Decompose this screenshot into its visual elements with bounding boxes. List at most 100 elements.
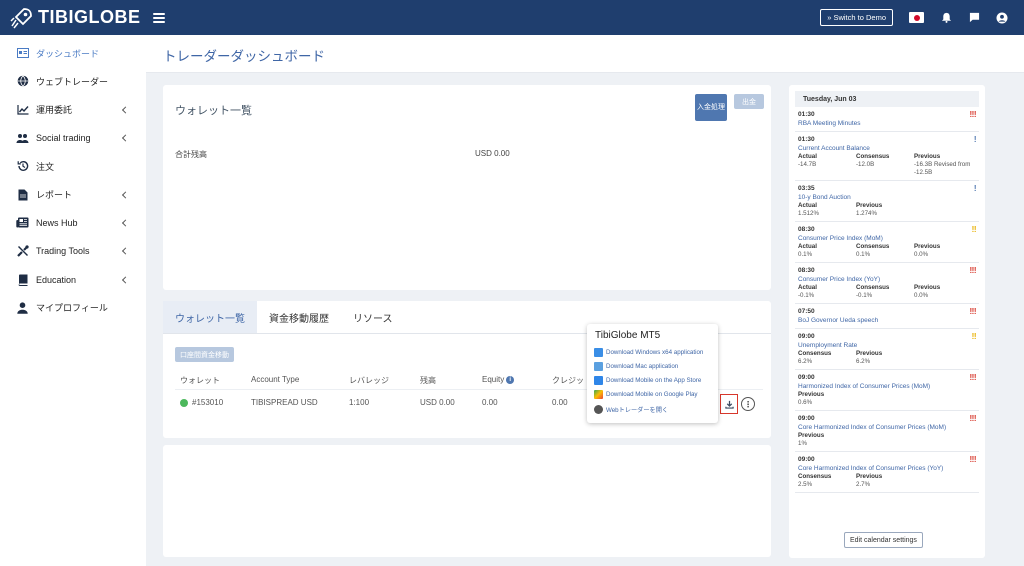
bell-icon[interactable] bbox=[940, 12, 952, 24]
download-mac-link[interactable]: Download Mac application bbox=[594, 361, 678, 371]
event-title-link[interactable]: Consumer Price Index (YoY) bbox=[798, 275, 976, 284]
event-title-link[interactable]: Harmonized Index of Consumer Prices (MoM… bbox=[798, 382, 976, 391]
event-time: 03:35 bbox=[798, 185, 815, 192]
calendar-event[interactable]: !! 08:30 Consumer Price Index (MoM) Actual C… bbox=[795, 222, 979, 263]
balance-cell: USD 0.00 bbox=[420, 398, 455, 407]
event-header-row: Consensus Previous bbox=[798, 350, 976, 358]
edit-calendar-settings-button[interactable]: Edit calendar settings bbox=[844, 532, 923, 548]
chat-icon[interactable] bbox=[968, 12, 980, 24]
calendar-event[interactable]: !!! 07:50 BoJ Governor Ueda speech bbox=[795, 304, 979, 329]
event-field-label: Previous bbox=[856, 202, 883, 209]
event-value-row: 0.1% 0.1% 0.0% bbox=[798, 251, 976, 259]
calendar-event[interactable]: ! 03:35 10-y Bond Auction Actual Previous 1.5… bbox=[795, 181, 979, 222]
sidebar-item-reports[interactable]: レポート bbox=[0, 180, 146, 208]
column-header-wallet: ウォレット bbox=[180, 376, 220, 385]
download-button[interactable] bbox=[720, 394, 738, 414]
importance-icon: !!! bbox=[969, 373, 977, 382]
event-title-link[interactable]: RBA Meeting Minutes bbox=[798, 119, 976, 128]
event-time: 09:00 bbox=[798, 333, 815, 340]
popup-item-label: Download Mobile on the App Store bbox=[606, 376, 702, 384]
info-icon[interactable]: i bbox=[506, 375, 515, 384]
event-title-link[interactable]: 10-y Bond Auction bbox=[798, 193, 976, 202]
column-header-equity: Equity i bbox=[482, 375, 515, 384]
event-field-value: 2.5% bbox=[798, 481, 813, 488]
sidebar-item-trading-tools[interactable]: Trading Tools bbox=[0, 237, 146, 265]
open-web-trader-link[interactable]: Webトレーダーを開く bbox=[594, 404, 668, 414]
google-play-icon bbox=[594, 389, 603, 399]
event-time: 07:50 bbox=[798, 308, 815, 315]
tab-resources[interactable]: リソース bbox=[341, 301, 405, 333]
sidebar-item-label: 運用委託 bbox=[36, 105, 73, 116]
chevron-left-icon bbox=[121, 134, 130, 142]
total-balance-value: USD 0.00 bbox=[475, 149, 510, 158]
event-title-link[interactable]: Core Harmonized Index of Consumer Prices… bbox=[798, 423, 976, 432]
credit-cell: 0.00 bbox=[552, 398, 568, 407]
download-windows-link[interactable]: Download Windows x64 application bbox=[594, 347, 703, 357]
sidebar-item-my-profile[interactable]: マイプロフィール bbox=[0, 294, 146, 322]
calendar-event[interactable]: !!! 08:30 Consumer Price Index (YoY) Actual… bbox=[795, 263, 979, 304]
chevron-left-icon bbox=[121, 219, 130, 227]
sidebar-item-label: マイプロフィール bbox=[36, 303, 108, 314]
users-icon bbox=[16, 132, 29, 145]
sidebar-item-social-trading[interactable]: Social trading bbox=[0, 124, 146, 152]
download-google-play-link[interactable]: Download Mobile on Google Play bbox=[594, 389, 698, 399]
sidebar-item-managed-accounts[interactable]: 運用委託 bbox=[0, 96, 146, 124]
event-field-value: 2.7% bbox=[856, 481, 871, 488]
sidebar-item-dashboard[interactable]: ダッシュボード bbox=[0, 39, 146, 67]
popup-title: TibiGlobe MT5 bbox=[595, 330, 661, 341]
wallet-summary-card: ウォレット一覧 入金処理 出金 合計残高 USD 0.00 bbox=[163, 85, 771, 290]
sidebar-item-web-trader[interactable]: ウェブトレーダー bbox=[0, 67, 146, 95]
importance-icon: !!! bbox=[969, 110, 977, 119]
event-title-link[interactable]: Unemployment Rate bbox=[798, 341, 976, 350]
calendar-event[interactable]: !!! 09:00 Core Harmonized Index of Consume… bbox=[795, 411, 979, 452]
menu-toggle-icon[interactable] bbox=[152, 12, 165, 23]
internal-transfer-button[interactable]: 口座間資金移動 bbox=[175, 347, 234, 362]
event-title-link[interactable]: Consumer Price Index (MoM) bbox=[798, 234, 976, 243]
book-icon bbox=[16, 273, 29, 286]
calendar-date: Tuesday, Jun 03 bbox=[795, 91, 979, 107]
more-options-icon[interactable]: ⋮ bbox=[741, 397, 755, 411]
withdraw-button[interactable]: 出金 bbox=[734, 94, 764, 109]
event-title-link[interactable]: BoJ Governor Ueda speech bbox=[798, 316, 976, 325]
event-time: 01:30 bbox=[798, 111, 815, 118]
event-value-row: 1.512% 1.274% bbox=[798, 210, 976, 218]
sidebar-item-news-hub[interactable]: News Hub bbox=[0, 209, 146, 237]
sidebar-item-education[interactable]: Education bbox=[0, 265, 146, 293]
sidebar-item-label: Education bbox=[36, 274, 77, 285]
empty-card bbox=[163, 445, 771, 557]
sidebar-item-orders[interactable]: 注文 bbox=[0, 152, 146, 180]
brand-name: TIBIGLOBE bbox=[38, 7, 141, 27]
tab-transfer-history[interactable]: 資金移動履歴 bbox=[257, 301, 341, 333]
chevron-left-icon bbox=[121, 106, 130, 114]
event-header-row: Consensus Previous bbox=[798, 473, 976, 481]
report-icon bbox=[16, 188, 29, 201]
download-app-store-link[interactable]: Download Mobile on the App Store bbox=[594, 375, 701, 385]
switch-to-demo-button[interactable]: » Switch to Demo bbox=[820, 9, 893, 26]
calendar-event[interactable]: ! 01:30 Current Account Balance Actual Conse… bbox=[795, 132, 979, 181]
calendar-events: !!! 01:30 RBA Meeting Minutes ! 01:30 Current… bbox=[795, 107, 979, 493]
event-field-label: Previous bbox=[856, 350, 883, 357]
sidebar-item-label: News Hub bbox=[36, 217, 78, 228]
calendar-event[interactable]: !! 09:00 Unemployment Rate Consensus Previou… bbox=[795, 329, 979, 370]
event-field-label: Actual bbox=[798, 202, 817, 209]
japan-flag-icon[interactable] bbox=[909, 12, 924, 23]
history-icon bbox=[16, 160, 29, 173]
tab-wallet-list[interactable]: ウォレット一覧 bbox=[163, 301, 257, 333]
calendar-event[interactable]: !!! 09:00 Core Harmonized Index of Consume… bbox=[795, 452, 979, 493]
chevron-left-icon bbox=[121, 275, 130, 284]
wallet-cell[interactable]: #153010 bbox=[180, 398, 223, 407]
event-title-link[interactable]: Current Account Balance bbox=[798, 144, 976, 153]
dashboard-icon bbox=[16, 47, 29, 60]
event-title-link[interactable]: Core Harmonized Index of Consumer Prices… bbox=[798, 464, 976, 473]
event-value-row: 6.2% 6.2% bbox=[798, 358, 976, 366]
event-time: 08:30 bbox=[798, 226, 815, 233]
brand-logo[interactable]: TIBIGLOBE bbox=[10, 6, 141, 30]
event-header-row: Actual Consensus Previous bbox=[798, 243, 976, 251]
event-field-label: Previous bbox=[856, 473, 883, 480]
calendar-event[interactable]: !!! 01:30 RBA Meeting Minutes bbox=[795, 107, 979, 132]
calendar-event[interactable]: !!! 09:00 Harmonized Index of Consumer Pri… bbox=[795, 370, 979, 411]
column-header-balance: 残高 bbox=[420, 376, 436, 385]
account-icon[interactable] bbox=[996, 12, 1008, 24]
importance-icon: !! bbox=[971, 332, 977, 341]
deposit-button[interactable]: 入金処理 bbox=[695, 94, 727, 121]
